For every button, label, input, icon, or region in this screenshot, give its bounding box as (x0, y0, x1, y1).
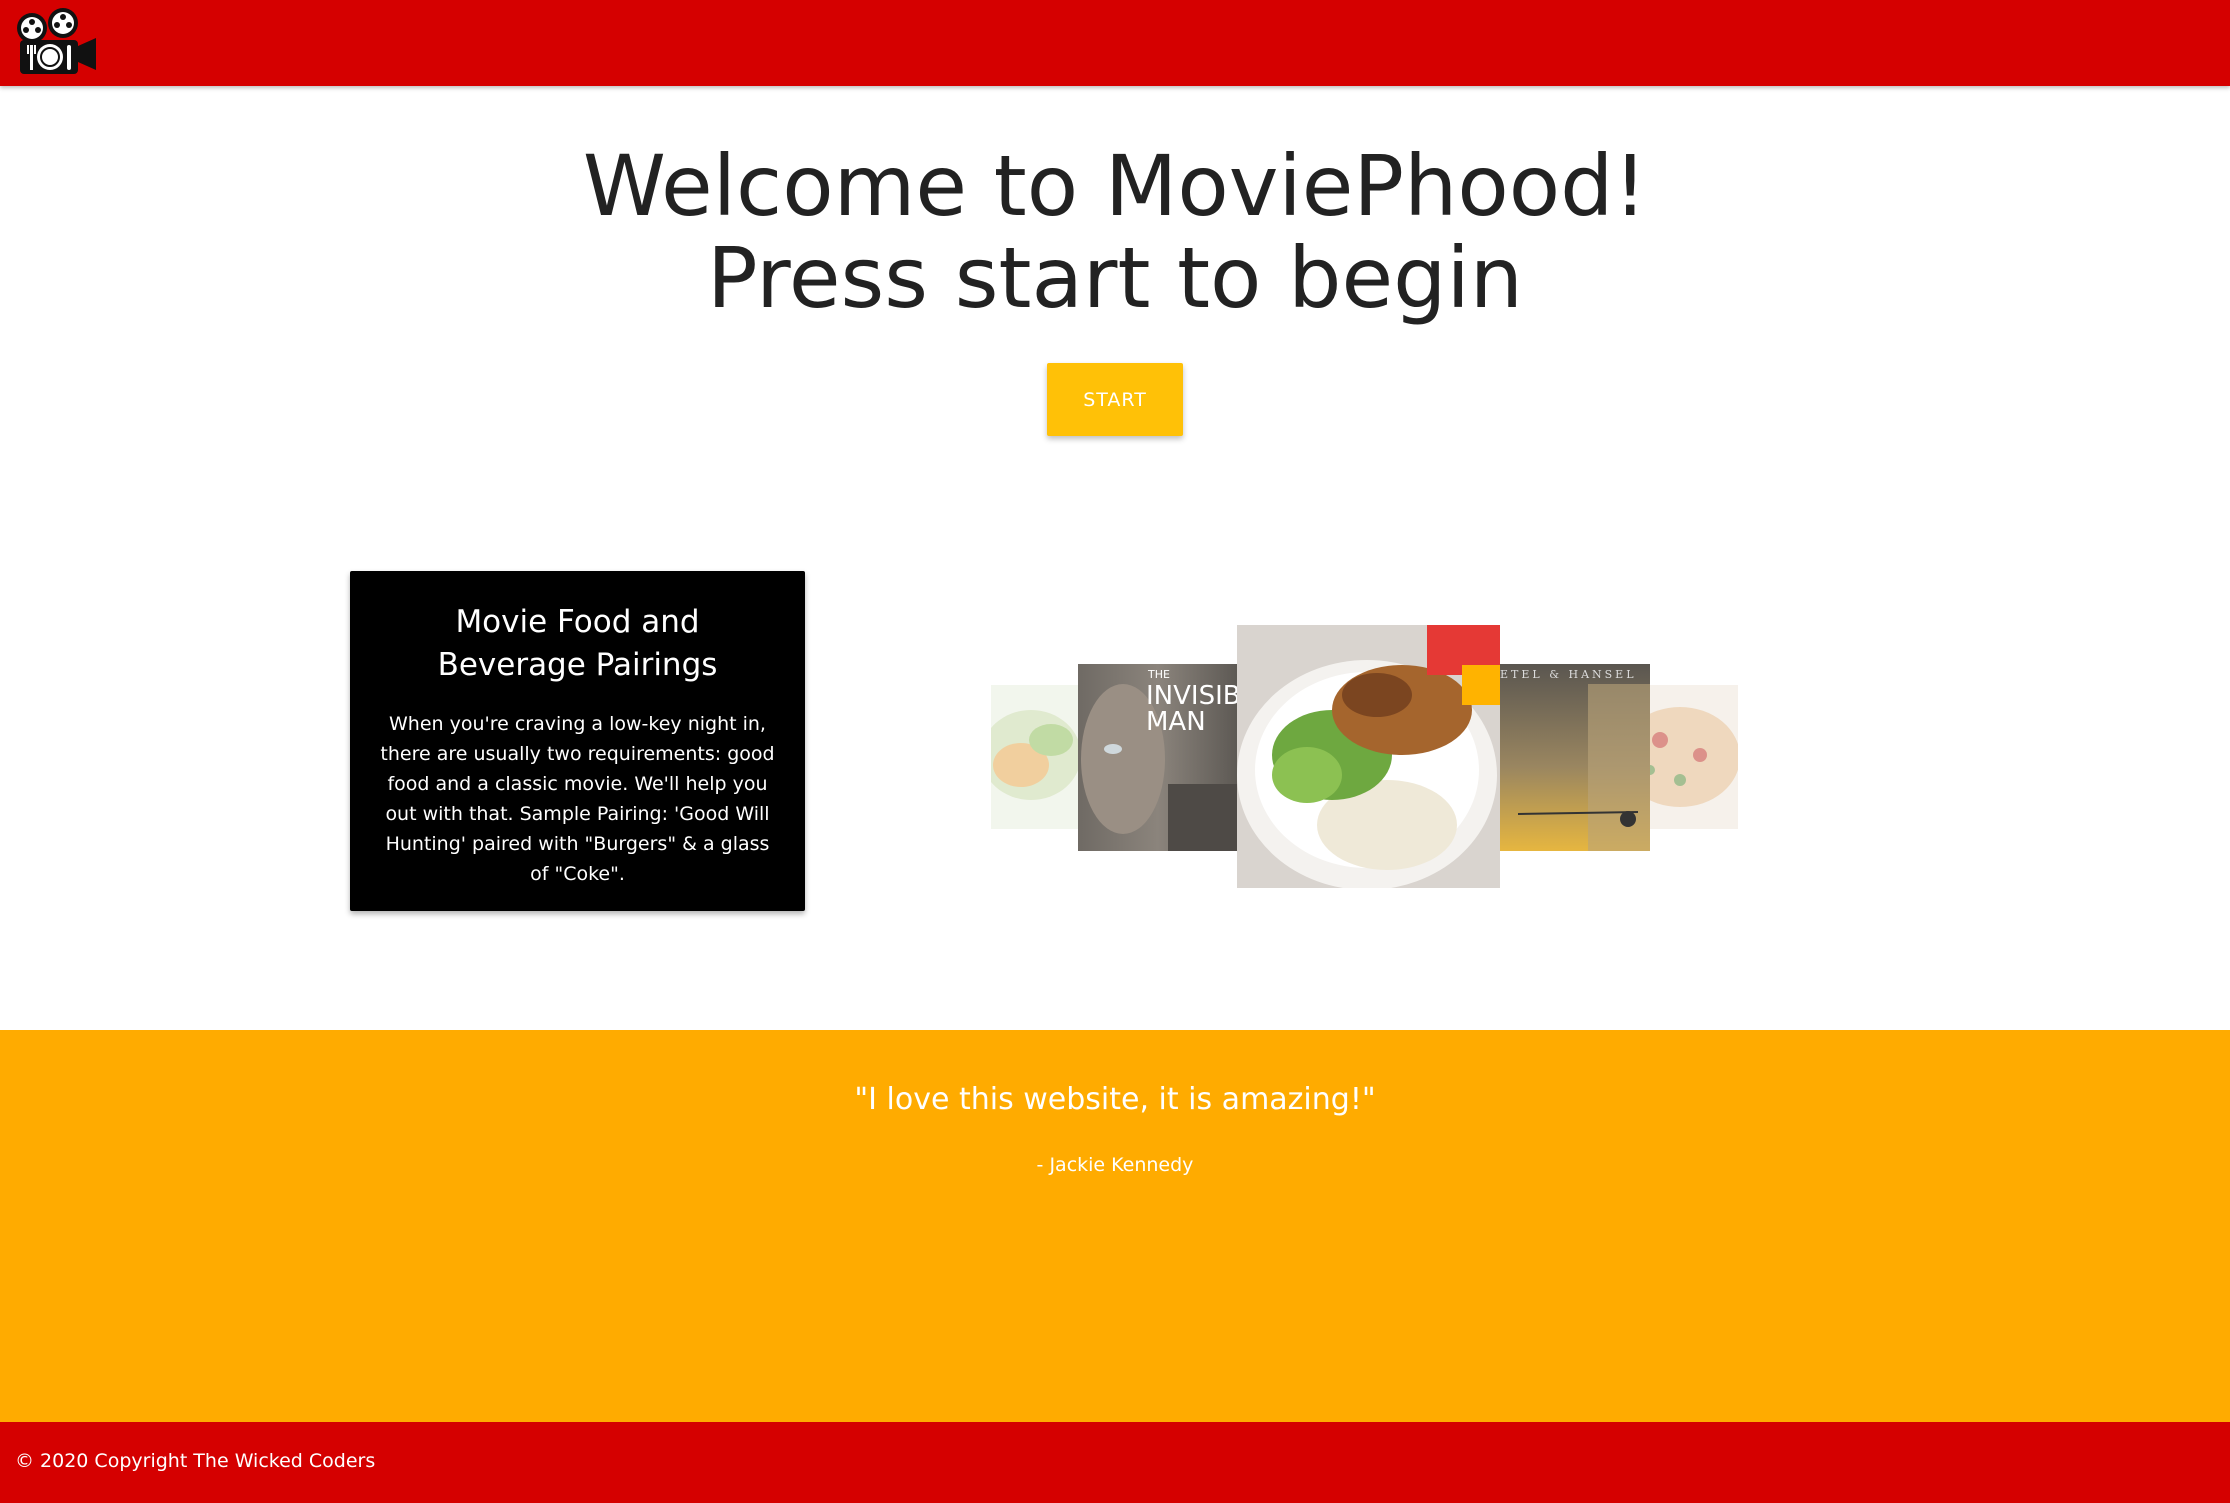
svg-text:THE: THE (1147, 668, 1170, 681)
hero-title: Welcome to MoviePhood! Press start to be… (0, 140, 2230, 324)
navbar (0, 0, 2230, 86)
footer-copyright: © 2020 Copyright The Wicked Coders (15, 1450, 376, 1472)
testimonial-quote: "I love this website, it is amazing!" (854, 1082, 1376, 1117)
svg-text:MAN: MAN (1146, 707, 1206, 737)
hero-title-line2: Press start to begin (706, 229, 1524, 327)
start-button[interactable]: START (1047, 363, 1183, 436)
carousel-slide-gretel-hansel[interactable]: ETEL & HANSEL (1498, 664, 1650, 851)
carousel-slide-invisible-man[interactable]: THE INVISIB MAN (1078, 664, 1238, 851)
invisible-man-poster: THE INVISIB MAN (1078, 664, 1238, 851)
gretel-hansel-poster: ETEL & HANSEL (1498, 664, 1650, 851)
film-projector-logo-icon[interactable] (12, 6, 96, 76)
carousel-slide-chicken-rice-bowl[interactable] (1237, 625, 1500, 888)
testimonial-author: - Jackie Kennedy (1036, 1154, 1194, 1176)
image-carousel[interactable]: THE INVISIB MAN ETEL & HANSEL (990, 620, 1740, 890)
hero-title-line1: Welcome to MoviePhood! (582, 137, 1648, 235)
chicken-rice-bowl-image (1237, 625, 1500, 888)
svg-text:ETEL & HANSEL: ETEL & HANSEL (1500, 668, 1637, 681)
feature-title: Movie Food and Beverage Pairings (437, 604, 718, 683)
testimonial-section: "I love this website, it is amazing!" - … (0, 1030, 2230, 1422)
feature-description: When you're craving a low-key night in, … (380, 713, 775, 885)
feature-card: Movie Food and Beverage Pairings When yo… (350, 571, 805, 911)
footer: © 2020 Copyright The Wicked Coders (0, 1422, 2230, 1503)
